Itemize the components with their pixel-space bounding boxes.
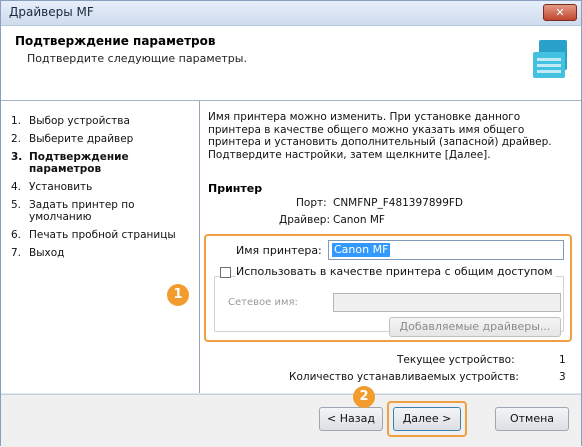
- intro-text: Имя принтера можно изменить. При установ…: [208, 111, 552, 161]
- printer-name-input[interactable]: Canon MF: [328, 240, 564, 260]
- steps-list: 1. Выбор устройства 2. Выберите драйвер 3.…: [11, 115, 199, 265]
- close-button[interactable]: ✕: [543, 4, 577, 21]
- printer-name-value: Canon MF: [332, 243, 391, 257]
- devices-count-label: Количество устанавливаемых устройств:: [289, 371, 519, 383]
- installer-window: Драйверы MF ✕ Подтверждение параметров П…: [0, 0, 582, 447]
- page-subtitle: Подтвердите следующие параметры.: [27, 52, 247, 65]
- devices-count-value: 3: [559, 371, 566, 383]
- driver-value: Canon MF: [333, 214, 385, 226]
- step-item: 1. Выбор устройства: [11, 115, 130, 127]
- network-name-label: Сетевое имя:: [228, 297, 298, 308]
- share-checkbox[interactable]: [220, 267, 231, 278]
- callout-badge-1: 1: [167, 284, 189, 306]
- step-item-active: 3. Подтверждение параметров: [11, 151, 129, 175]
- step-item: 5. Задать принтер по умолчанию: [11, 199, 135, 223]
- footer-bar: < Назад Далее > Отмена: [1, 394, 581, 447]
- port-value: CNMFNP_F481397899FD: [333, 197, 464, 209]
- printer-name-label: Имя принтера:: [236, 244, 322, 257]
- step-item: 2. Выберите драйвер: [11, 133, 134, 145]
- printer-driver-icon: [533, 40, 567, 78]
- page-title: Подтверждение параметров: [15, 34, 216, 48]
- share-checkbox-label: Использовать в качестве принтера с общим…: [236, 265, 556, 278]
- wizard-header: Подтверждение параметров Подтвердите сле…: [1, 26, 581, 101]
- printer-section-title: Принтер: [208, 182, 263, 195]
- network-name-input[interactable]: [333, 293, 561, 312]
- driver-label: Драйвер:: [279, 214, 330, 226]
- title-bar: Драйверы MF ✕: [1, 1, 581, 26]
- step-item: 7. Выход: [11, 247, 65, 259]
- settings-panel: Имя принтера можно изменить. При установ…: [200, 101, 581, 393]
- step-item: 4. Установить: [11, 181, 93, 193]
- window-title: Драйверы MF: [9, 5, 94, 19]
- port-label: Порт:: [296, 197, 327, 209]
- current-device-label: Текущее устройство:: [397, 354, 515, 366]
- callout-badge-2: 2: [353, 386, 375, 408]
- cancel-button[interactable]: Отмена: [495, 407, 569, 431]
- next-button[interactable]: Далее >: [393, 407, 461, 431]
- step-item: 6. Печать пробной страницы: [11, 229, 176, 241]
- current-device-value: 1: [559, 354, 566, 366]
- additional-drivers-button[interactable]: Добавляемые драйверы...: [389, 317, 561, 337]
- back-button[interactable]: < Назад: [319, 407, 383, 431]
- steps-panel: 1. Выбор устройства 2. Выберите драйвер 3.…: [1, 101, 199, 393]
